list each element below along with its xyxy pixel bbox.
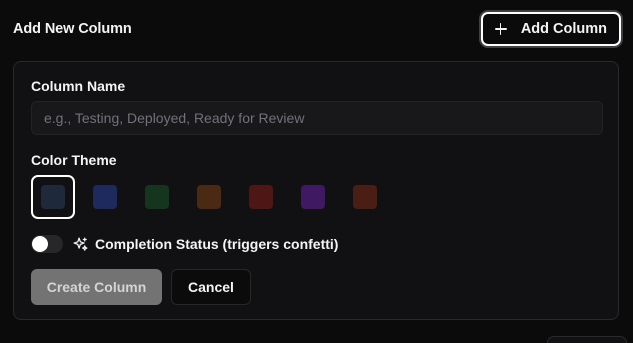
column-name-label: Column Name [31, 78, 126, 94]
color-theme-label: Color Theme [31, 152, 117, 168]
color-swatch-fill [93, 185, 117, 209]
color-swatch-slate[interactable] [31, 175, 75, 219]
completion-status-label: Completion Status (triggers confetti) [95, 236, 339, 252]
cancel-button[interactable]: Cancel [171, 269, 251, 305]
color-theme-picker [31, 175, 387, 219]
column-name-input[interactable] [31, 101, 603, 135]
color-swatch-purple[interactable] [291, 175, 335, 219]
new-column-form: Column Name Color Theme Completion Statu… [13, 61, 619, 320]
completion-status-toggle[interactable] [31, 235, 63, 253]
color-swatch-fill [41, 185, 65, 209]
color-swatch-fill [249, 185, 273, 209]
color-swatch-fill [301, 185, 325, 209]
header: Add New Column Add Column [13, 10, 621, 48]
toggle-knob [32, 236, 48, 252]
color-swatch-blue[interactable] [83, 175, 127, 219]
add-column-button[interactable]: Add Column [480, 12, 621, 46]
partially-visible-button[interactable] [547, 336, 627, 343]
color-swatch-fill [197, 185, 221, 209]
color-swatch-red[interactable] [239, 175, 283, 219]
sparkles-icon [71, 235, 89, 253]
color-swatch-orange[interactable] [187, 175, 231, 219]
page-title: Add New Column [13, 21, 132, 37]
add-column-button-label: Add Column [520, 21, 607, 37]
color-swatch-green[interactable] [135, 175, 179, 219]
color-swatch-brown-red[interactable] [343, 175, 387, 219]
add-column-page: Add New Column Add Column Column Name Co… [0, 0, 633, 343]
color-swatch-fill [145, 185, 169, 209]
plus-icon [494, 23, 507, 35]
form-actions: Create Column Cancel [31, 269, 251, 305]
create-column-button[interactable]: Create Column [31, 269, 162, 305]
completion-status-row: Completion Status (triggers confetti) [31, 233, 338, 255]
color-swatch-fill [353, 185, 377, 209]
